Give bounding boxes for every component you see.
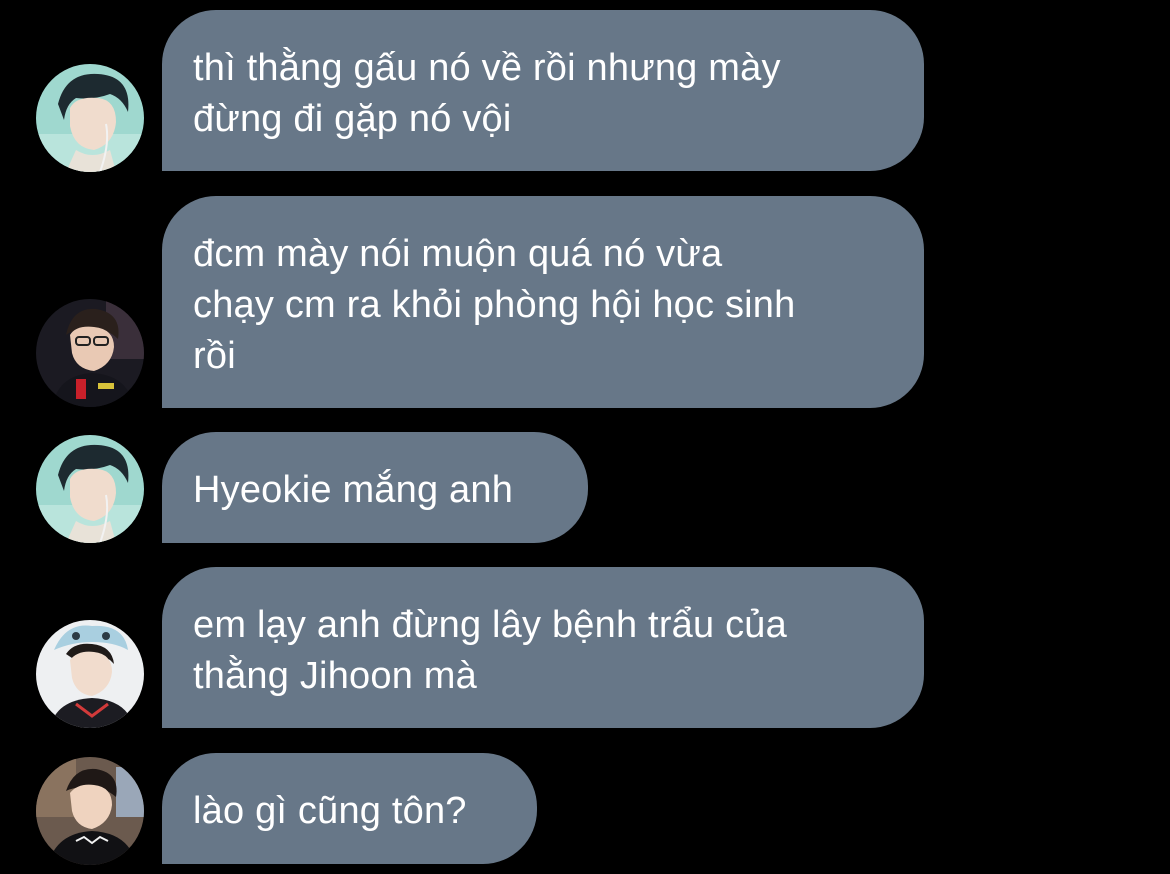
profile-photo-icon xyxy=(36,64,144,172)
message-bubble: thì thằng gấu nó về rồi nhưng mày đừng đ… xyxy=(162,10,924,171)
profile-photo-icon xyxy=(36,299,144,407)
avatar[interactable] xyxy=(36,620,144,728)
profile-photo-icon xyxy=(36,620,144,728)
avatar[interactable] xyxy=(36,64,144,172)
avatar[interactable] xyxy=(36,757,144,865)
message-bubble: em lạy anh đừng lây bệnh trẩu của thằng … xyxy=(162,567,924,728)
profile-photo-icon xyxy=(36,435,144,543)
avatar[interactable] xyxy=(36,435,144,543)
message-bubble: đcm mày nói muộn quá nó vừa chạy cm ra k… xyxy=(162,196,924,408)
message-bubble: lào gì cũng tôn? xyxy=(162,753,537,864)
chat-screen: { "messages": [ { "avatar": "avatar-user… xyxy=(0,0,1170,874)
profile-photo-icon xyxy=(36,757,144,865)
message-bubble: Hyeokie mắng anh xyxy=(162,432,588,543)
avatar[interactable] xyxy=(36,299,144,407)
